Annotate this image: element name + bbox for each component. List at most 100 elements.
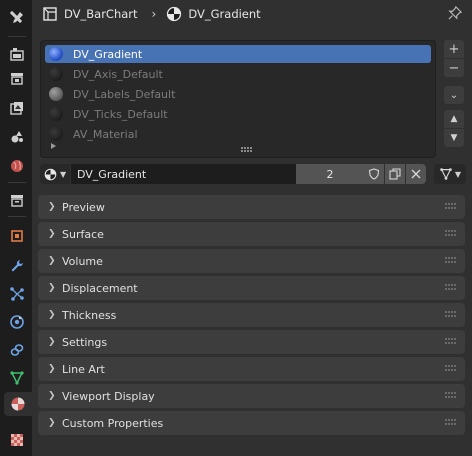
material-datablock-row: ▼ DV_Gradient 2 <box>40 164 426 184</box>
unlink-material-button[interactable] <box>406 164 426 184</box>
object-icon <box>11 230 23 242</box>
drag-handle-icon[interactable] <box>445 392 457 400</box>
data-tab[interactable] <box>4 366 30 390</box>
texture-icon <box>11 434 23 446</box>
scene-icon <box>11 131 23 143</box>
material-icon <box>167 6 182 22</box>
panel-custom-properties[interactable]: ❯ Custom Properties <box>38 411 465 435</box>
tool-tab[interactable] <box>4 6 30 30</box>
material-breadcrumb-name[interactable]: DV_Gradient <box>188 7 260 21</box>
material-preview-icon <box>49 127 63 141</box>
slot-specials-menu-button[interactable]: ⌄ <box>444 86 464 104</box>
material-icon <box>44 168 57 180</box>
list-item[interactable]: AV_Material <box>45 125 431 143</box>
object-name[interactable]: DV_BarChart <box>64 7 138 21</box>
breadcrumb-separator-icon: › <box>151 7 157 21</box>
duplicate-material-button[interactable] <box>385 164 405 184</box>
drag-handle-icon[interactable] <box>445 284 457 292</box>
slot-label: DV_Axis_Default <box>73 67 163 81</box>
panel-displacement[interactable]: ❯ Displacement <box>38 276 465 300</box>
drag-handle-icon[interactable] <box>445 203 457 211</box>
modifiers-tab[interactable] <box>4 254 30 278</box>
chevron-right-icon: ❯ <box>48 229 56 239</box>
panel-label: Line Art <box>62 362 105 376</box>
scene-tab[interactable] <box>4 124 30 148</box>
slot-label: DV_Ticks_Default <box>73 107 168 121</box>
move-slot-up-button[interactable]: ▲ <box>444 110 464 128</box>
material-preview-icon <box>49 67 63 81</box>
physics-icon <box>10 315 24 329</box>
physics-tab[interactable] <box>4 310 30 334</box>
list-item[interactable]: DV_Gradient <box>45 45 431 63</box>
panel-viewport-display[interactable]: ❯ Viewport Display <box>38 384 465 408</box>
list-item[interactable]: DV_Labels_Default <box>45 85 431 103</box>
chevron-down-icon: ▼ <box>60 169 67 179</box>
chevron-right-icon: ❯ <box>48 391 56 401</box>
view-layer-tab[interactable] <box>4 96 30 120</box>
panel-surface[interactable]: ❯ Surface <box>38 222 465 246</box>
chevron-right-icon: ❯ <box>48 256 56 266</box>
constraints-tab[interactable] <box>4 338 30 362</box>
list-item[interactable]: DV_Ticks_Default <box>45 105 431 123</box>
slot-label: DV_Gradient <box>73 47 143 61</box>
panel-thickness[interactable]: ❯ Thickness <box>38 303 465 327</box>
material-icon <box>11 397 25 411</box>
panel-label: Surface <box>62 227 104 241</box>
panel-settings[interactable]: ❯ Settings <box>38 330 465 354</box>
render-icon <box>10 48 24 61</box>
panel-preview[interactable]: ❯ Preview <box>38 195 465 219</box>
panel-label: Settings <box>62 335 108 349</box>
panel-label: Preview <box>62 200 105 214</box>
properties-header: DV_BarChart › DV_Gradient <box>32 0 472 28</box>
particles-tab[interactable] <box>4 282 30 306</box>
slot-label: AV_Material <box>73 127 138 141</box>
world-tab[interactable] <box>4 154 30 178</box>
remove-slot-button[interactable]: − <box>444 59 464 77</box>
node-tree-icon <box>440 168 452 180</box>
chevron-right-icon: ❯ <box>48 337 56 347</box>
texture-tab[interactable] <box>4 428 30 452</box>
pin-icon[interactable] <box>448 6 462 20</box>
drag-handle-icon[interactable] <box>445 419 457 427</box>
collection-icon <box>11 195 23 207</box>
panel-label: Viewport Display <box>62 389 155 403</box>
world-icon <box>11 160 23 172</box>
browse-material-button[interactable]: ▼ <box>40 164 70 184</box>
material-users-count[interactable]: 2 <box>296 164 364 184</box>
material-name-field[interactable]: DV_Gradient <box>71 164 296 184</box>
panel-label: Displacement <box>62 281 138 295</box>
material-preview-icon <box>49 47 63 61</box>
object-tab[interactable] <box>4 224 30 248</box>
filter-toggle-icon[interactable] <box>51 143 56 149</box>
chevron-down-icon: ▼ <box>454 169 462 179</box>
drag-handle-icon[interactable] <box>445 230 457 238</box>
shield-icon <box>368 168 380 180</box>
collection-tab[interactable] <box>4 188 30 212</box>
material-tab[interactable] <box>4 392 32 416</box>
drag-handle-icon[interactable] <box>445 311 457 319</box>
constraints-icon <box>10 344 24 356</box>
chevron-right-icon: ❯ <box>48 364 56 374</box>
render-tab[interactable] <box>4 42 30 66</box>
panel-volume[interactable]: ❯ Volume <box>38 249 465 273</box>
add-slot-button[interactable]: + <box>444 40 464 58</box>
resize-grip-icon[interactable] <box>241 147 253 153</box>
panel-line-art[interactable]: ❯ Line Art <box>38 357 465 381</box>
output-tab[interactable] <box>4 66 30 90</box>
list-item[interactable]: DV_Axis_Default <box>45 65 431 83</box>
material-slot-list[interactable]: DV_Gradient DV_Axis_Default DV_Labels_De… <box>40 40 436 158</box>
move-slot-down-button[interactable]: ▼ <box>444 129 464 147</box>
node-link-menu-button[interactable]: ▼ <box>434 164 466 184</box>
drag-handle-icon[interactable] <box>445 365 457 373</box>
panel-label: Volume <box>62 254 103 268</box>
mesh-data-icon <box>10 371 24 385</box>
drag-handle-icon[interactable] <box>445 257 457 265</box>
output-icon <box>11 73 23 85</box>
drag-handle-icon[interactable] <box>445 338 457 346</box>
close-icon <box>411 169 421 179</box>
fake-user-button[interactable] <box>364 164 384 184</box>
view-layer-icon <box>10 102 23 115</box>
chevron-right-icon: ❯ <box>48 310 56 320</box>
particles-icon <box>10 287 24 301</box>
panel-label: Custom Properties <box>62 416 164 430</box>
